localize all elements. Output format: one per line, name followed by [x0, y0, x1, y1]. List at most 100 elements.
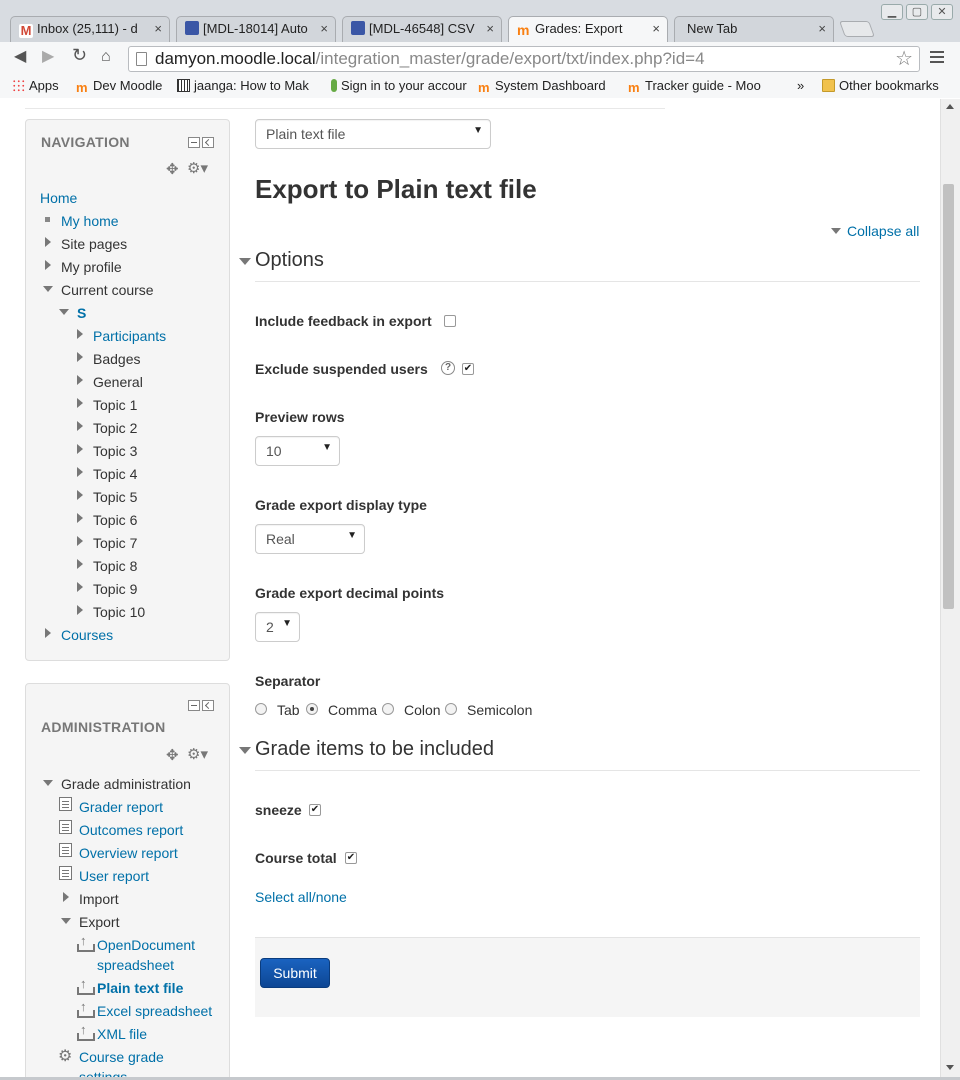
expand-icon[interactable] — [45, 237, 51, 247]
new-tab-button[interactable] — [839, 21, 875, 37]
reload-icon[interactable]: ↻ — [72, 46, 87, 64]
nav-topic[interactable]: Topic 7 — [93, 535, 137, 551]
expand-icon[interactable] — [77, 559, 83, 569]
grade-item-checkbox[interactable]: ✔ — [345, 852, 357, 864]
bookmark-dev-moodle[interactable]: m Dev Moodle — [76, 78, 162, 93]
scroll-down-icon[interactable] — [946, 1065, 954, 1070]
nav-site-pages[interactable]: Site pages — [61, 236, 127, 252]
admin-export-opendocument[interactable]: OpenDocument — [97, 937, 195, 953]
back-icon[interactable]: ◀ — [14, 49, 26, 65]
nav-topic[interactable]: Topic 6 — [93, 512, 137, 528]
nav-topic[interactable]: Topic 1 — [93, 397, 137, 413]
close-icon[interactable]: × — [320, 21, 328, 36]
bookmark-tracker-guide[interactable]: m Tracker guide - Moo — [628, 78, 768, 93]
dock-block-icon[interactable] — [202, 700, 214, 711]
gear-icon[interactable]: ⚙▾ — [187, 745, 208, 763]
nav-topic[interactable]: Topic 2 — [93, 420, 137, 436]
admin-grader-report[interactable]: Grader report — [79, 799, 163, 815]
admin-export[interactable]: Export — [79, 914, 119, 930]
bookmark-sign-in[interactable]: Sign in to your accour — [331, 78, 467, 93]
nav-current-course[interactable]: Current course — [61, 282, 154, 298]
forward-icon[interactable]: ▶ — [42, 49, 54, 65]
nav-my-home[interactable]: My home — [61, 213, 119, 229]
admin-export-excel[interactable]: Excel spreadsheet — [97, 1003, 212, 1019]
admin-export-xml[interactable]: XML file — [97, 1026, 147, 1042]
browser-tab-mdl-46548[interactable]: [MDL-46548] CSV × — [342, 16, 502, 42]
admin-grade-administration[interactable]: Grade administration — [61, 776, 191, 792]
close-window-button[interactable]: ✕ — [931, 4, 953, 20]
expand-icon[interactable] — [77, 582, 83, 592]
exclude-suspended-checkbox[interactable]: ✔ — [462, 363, 474, 375]
star-icon[interactable]: ☆ — [895, 47, 913, 71]
bookmark-system-dashboard[interactable]: m System Dashboard — [478, 78, 606, 93]
collapse-block-icon[interactable] — [188, 137, 200, 148]
export-format-select[interactable]: Plain text file ▼ — [255, 119, 491, 149]
preview-rows-select[interactable]: 10 ▼ — [255, 436, 340, 466]
collapse-icon[interactable] — [61, 918, 71, 924]
browser-tab-gmail[interactable]: M Inbox (25,111) - d × — [10, 16, 170, 42]
page-scrollbar[interactable] — [940, 99, 960, 1077]
admin-export-plain-text[interactable]: Plain text file — [97, 980, 183, 996]
nav-topic[interactable]: Topic 8 — [93, 558, 137, 574]
separator-tab-radio[interactable] — [255, 703, 267, 715]
help-icon[interactable]: ? — [441, 361, 455, 375]
browser-tab-mdl-18014[interactable]: [MDL-18014] Auto × — [176, 16, 336, 42]
nav-topic[interactable]: Topic 9 — [93, 581, 137, 597]
display-type-select[interactable]: Real ▼ — [255, 524, 365, 554]
home-icon[interactable]: ⌂ — [101, 49, 111, 65]
nav-topic[interactable]: Topic 3 — [93, 443, 137, 459]
scrollbar-thumb[interactable] — [943, 184, 954, 609]
admin-course-grade-settings-cont[interactable]: settings — [79, 1069, 127, 1077]
select-all-none-link[interactable]: Select all/none — [255, 889, 347, 905]
move-icon[interactable]: ✥ — [166, 160, 179, 178]
nav-badges[interactable]: Badges — [93, 351, 140, 367]
expand-icon[interactable] — [45, 260, 51, 270]
separator-semicolon-radio[interactable] — [445, 703, 457, 715]
admin-overview-report[interactable]: Overview report — [79, 845, 178, 861]
close-icon[interactable]: × — [486, 21, 494, 36]
close-icon[interactable]: × — [652, 21, 660, 36]
collapse-all-link[interactable]: Collapse all — [831, 223, 919, 239]
menu-icon[interactable] — [930, 51, 944, 66]
move-icon[interactable]: ✥ — [166, 746, 179, 764]
expand-icon[interactable] — [77, 421, 83, 431]
maximize-button[interactable]: ▢ — [906, 4, 928, 20]
options-legend[interactable]: Options — [239, 249, 324, 272]
nav-topic[interactable]: Topic 5 — [93, 489, 137, 505]
bookmark-other[interactable]: Other bookmarks — [822, 78, 939, 93]
include-feedback-checkbox[interactable] — [444, 315, 456, 327]
nav-course-s[interactable]: S — [77, 305, 86, 321]
expand-icon[interactable] — [77, 352, 83, 362]
separator-colon-radio[interactable] — [382, 703, 394, 715]
admin-outcomes-report[interactable]: Outcomes report — [79, 822, 183, 838]
expand-icon[interactable] — [77, 444, 83, 454]
admin-course-grade-settings[interactable]: Course grade — [79, 1049, 164, 1065]
expand-icon[interactable] — [77, 398, 83, 408]
nav-my-profile[interactable]: My profile — [61, 259, 122, 275]
collapse-icon[interactable] — [59, 309, 69, 315]
collapse-icon[interactable] — [43, 286, 53, 292]
admin-import[interactable]: Import — [79, 891, 119, 907]
bookmark-jaanga[interactable]: jaanga: How to Mak — [177, 78, 319, 93]
bookmarks-overflow-button[interactable]: » — [797, 78, 804, 93]
separator-comma-radio[interactable] — [306, 703, 318, 715]
expand-icon[interactable] — [45, 628, 51, 638]
close-icon[interactable]: × — [818, 21, 826, 36]
expand-icon[interactable] — [77, 490, 83, 500]
bookmark-apps[interactable]: Apps — [12, 78, 59, 93]
submit-button[interactable]: Submit — [260, 958, 330, 988]
collapse-block-icon[interactable] — [188, 700, 200, 711]
nav-courses[interactable]: Courses — [61, 627, 113, 643]
nav-topic[interactable]: Topic 10 — [93, 604, 145, 620]
nav-participants[interactable]: Participants — [93, 328, 166, 344]
close-icon[interactable]: × — [154, 21, 162, 36]
browser-tab-new-tab[interactable]: New Tab × — [674, 16, 834, 42]
nav-home[interactable]: Home — [40, 190, 77, 206]
expand-icon[interactable] — [77, 536, 83, 546]
expand-icon[interactable] — [77, 605, 83, 615]
dock-block-icon[interactable] — [202, 137, 214, 148]
decimal-points-select[interactable]: 2 ▼ — [255, 612, 300, 642]
collapse-icon[interactable] — [43, 780, 53, 786]
address-bar[interactable]: damyon.moodle.local/integration_master/g… — [128, 46, 920, 72]
admin-user-report[interactable]: User report — [79, 868, 149, 884]
